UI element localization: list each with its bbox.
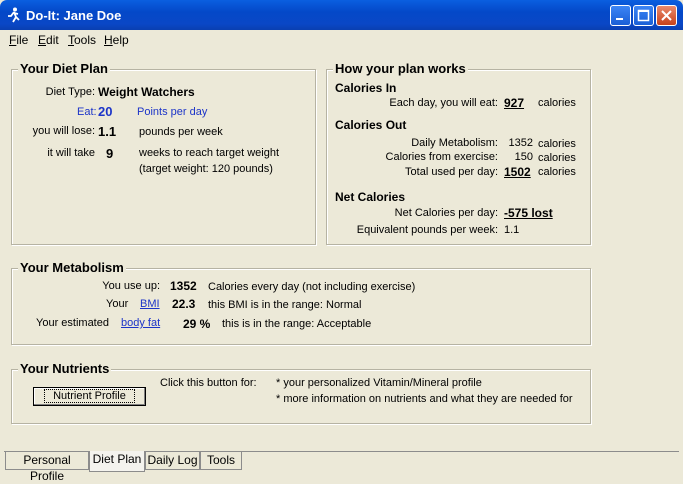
equiv-pounds-value: 1.1 — [504, 224, 520, 236]
take-unit: weeks to reach target weight — [139, 147, 280, 159]
bmi-value: 22.3 — [172, 297, 196, 311]
maximize-icon — [637, 9, 650, 22]
body-fat-label: Your estimated — [36, 317, 109, 329]
net-calories-heading: Net Calories — [335, 190, 406, 204]
total-used-label: Total used per day: — [405, 166, 498, 178]
menu-file[interactable]: File — [9, 33, 28, 47]
close-icon — [661, 10, 672, 21]
tab-daily-log-label: Daily Log — [147, 453, 198, 467]
exercise-unit: calories — [538, 152, 576, 164]
tab-diet-plan[interactable]: Diet Plan — [89, 451, 145, 472]
net-calories-label: Net Calories per day: — [394, 207, 498, 219]
nutrient-bullet-info: * more information on nutrients and what… — [276, 393, 573, 405]
tab-tools[interactable]: Tools — [200, 452, 242, 470]
tab-diet-plan-label: Diet Plan — [92, 452, 142, 466]
total-used-unit: calories — [538, 166, 576, 178]
body-fat-note: this is in the range: Acceptable — [222, 318, 372, 330]
exercise-value: 150 — [514, 151, 533, 163]
eat-value: 20 — [98, 104, 113, 119]
calories-out-heading: Calories Out — [335, 118, 407, 132]
menu-help[interactable]: Help — [104, 33, 129, 47]
metabolism-value: 1352 — [508, 137, 533, 149]
tab-personal-profile-label: Personal Profile — [23, 453, 71, 483]
body-fat-value: 29 % — [183, 317, 211, 331]
lose-value: 1.1 — [98, 124, 117, 139]
eat-unit: Points per day — [137, 106, 208, 118]
eat-calories-value: 927 — [504, 96, 525, 110]
close-button[interactable] — [656, 5, 677, 26]
bmi-note: this BMI is in the range: Normal — [208, 299, 362, 311]
window-title: Do-It: Jane Doe — [26, 8, 122, 23]
target-weight-note: (target weight: 120 pounds) — [139, 163, 273, 175]
nutrient-profile-button[interactable]: Nutrient Profile — [33, 387, 146, 406]
take-value: 9 — [106, 146, 114, 161]
use-up-note: Calories every day (not including exerci… — [208, 281, 416, 293]
diet-type-label: Diet Type: — [45, 86, 95, 98]
lose-unit: pounds per week — [139, 126, 223, 138]
tab-tools-label: Tools — [206, 453, 235, 467]
maximize-button[interactable] — [633, 5, 654, 26]
bmi-link[interactable]: BMI — [140, 298, 160, 310]
nutrient-profile-label: Nutrient Profile — [44, 389, 135, 403]
menu-edit[interactable]: Edit — [38, 33, 59, 47]
calories-in-heading: Calories In — [335, 81, 397, 95]
net-calories-value: -575 lost — [504, 206, 553, 220]
tab-daily-log[interactable]: Daily Log — [145, 452, 200, 470]
title-bar[interactable]: Do-It: Jane Doe — [0, 0, 683, 30]
exercise-label: Calories from exercise: — [385, 151, 498, 163]
metabolism-unit: calories — [538, 138, 576, 150]
metabolism-label: Daily Metabolism: — [411, 137, 498, 149]
running-person-icon — [8, 7, 20, 23]
lose-label: you will lose: — [32, 125, 95, 137]
menu-bar — [0, 30, 683, 50]
diet-type-value: Weight Watchers — [98, 85, 195, 99]
eat-label: Eat: — [77, 106, 97, 118]
diet-plan-title: Your Diet Plan — [18, 61, 110, 76]
nutrient-bullet-profile: * your personalized Vitamin/Mineral prof… — [276, 377, 482, 389]
metabolism-title: Your Metabolism — [18, 260, 126, 275]
click-button-text: Click this button for: — [160, 377, 257, 389]
use-up-value: 1352 — [170, 279, 197, 293]
total-used-value: 1502 — [504, 165, 531, 179]
eat-calories-label: Each day, you will eat: — [389, 97, 498, 109]
tab-personal-profile[interactable]: Personal Profile — [5, 452, 89, 483]
bmi-your-label: Your — [106, 298, 129, 310]
minimize-icon — [616, 18, 623, 20]
minimize-button[interactable] — [610, 5, 631, 26]
use-up-label: You use up: — [102, 280, 160, 292]
how-plan-title: How your plan works — [333, 61, 468, 76]
body-fat-link[interactable]: body fat — [121, 317, 160, 329]
equiv-pounds-label: Equivalent pounds per week: — [356, 224, 498, 236]
eat-calories-unit: calories — [538, 97, 576, 109]
nutrients-title: Your Nutrients — [18, 361, 112, 376]
menu-tools[interactable]: Tools — [68, 33, 96, 47]
take-label: it will take — [47, 147, 95, 159]
